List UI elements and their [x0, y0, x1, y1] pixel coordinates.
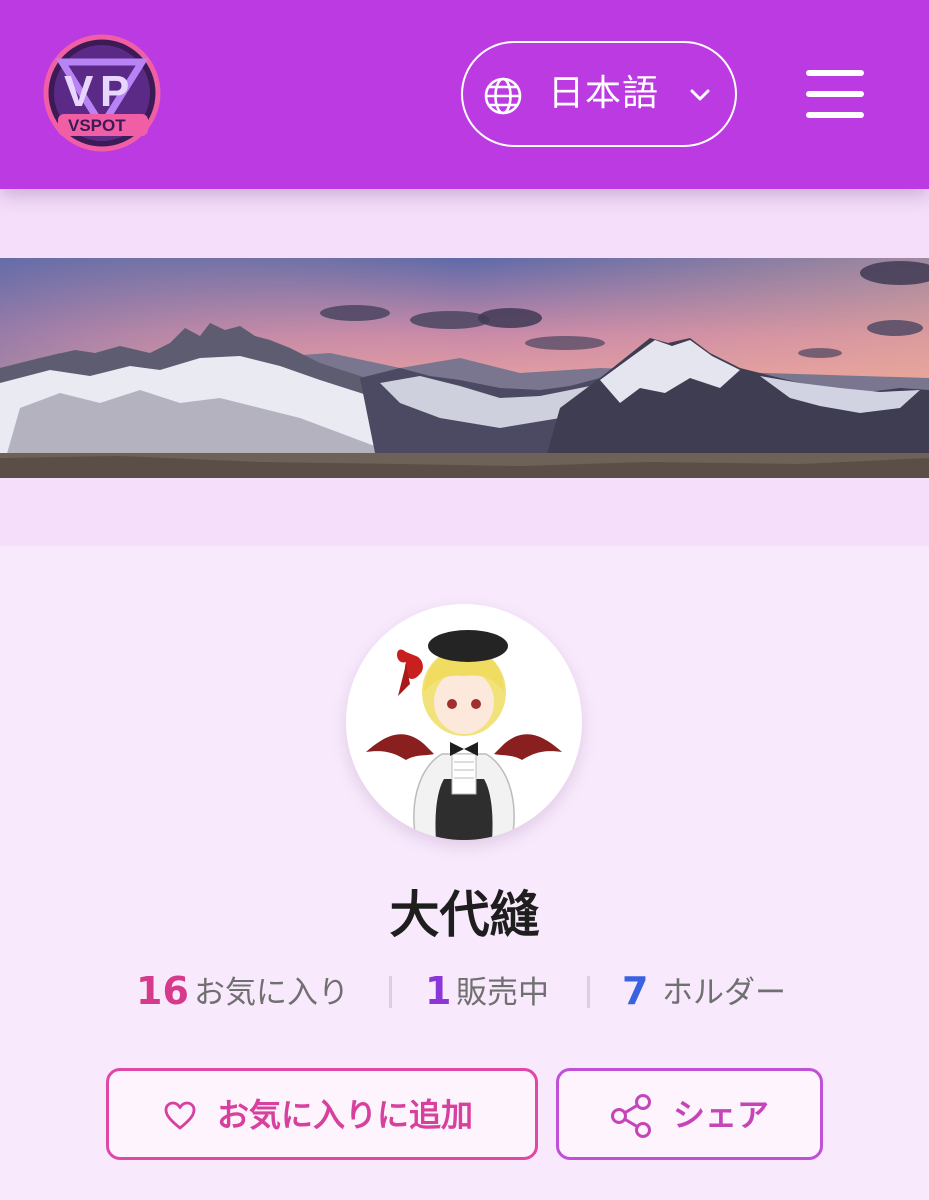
site-header: V P VSPOT 日本語 [0, 0, 929, 189]
stat-divider [587, 976, 590, 1008]
svg-text:V: V [64, 67, 94, 116]
language-selector[interactable]: 日本語 [461, 41, 737, 147]
add-to-favorites-button[interactable]: お気に入りに追加 [106, 1068, 538, 1160]
favorites-count: 16 [136, 969, 189, 1013]
profile-name: 大代縫 [389, 886, 540, 944]
stat-divider [389, 976, 392, 1008]
holders-label: ホルダー [662, 975, 786, 1011]
hamburger-menu-icon[interactable] [806, 70, 864, 118]
on-sale-label: 販売中 [456, 975, 549, 1011]
share-label: シェア [673, 1096, 770, 1134]
holders-count: 7 [622, 969, 649, 1013]
chevron-down-icon [688, 85, 712, 105]
share-icon [609, 1093, 653, 1139]
profile-stats: 16 お気に入り 1 販売中 7 ホルダー [0, 963, 929, 1019]
globe-icon [483, 76, 523, 116]
on-sale-count: 1 [425, 969, 452, 1013]
language-label: 日本語 [548, 73, 660, 114]
share-button[interactable]: シェア [556, 1068, 823, 1160]
favorites-label: お気に入り [194, 975, 349, 1011]
avatar [346, 604, 582, 840]
logo-text: VSPOT [68, 116, 126, 135]
profile-banner-image [0, 258, 929, 478]
site-logo[interactable]: V P VSPOT [40, 34, 164, 152]
svg-text:P: P [100, 67, 129, 116]
add-to-favorites-label: お気に入りに追加 [217, 1096, 474, 1134]
heart-icon [164, 1101, 196, 1131]
